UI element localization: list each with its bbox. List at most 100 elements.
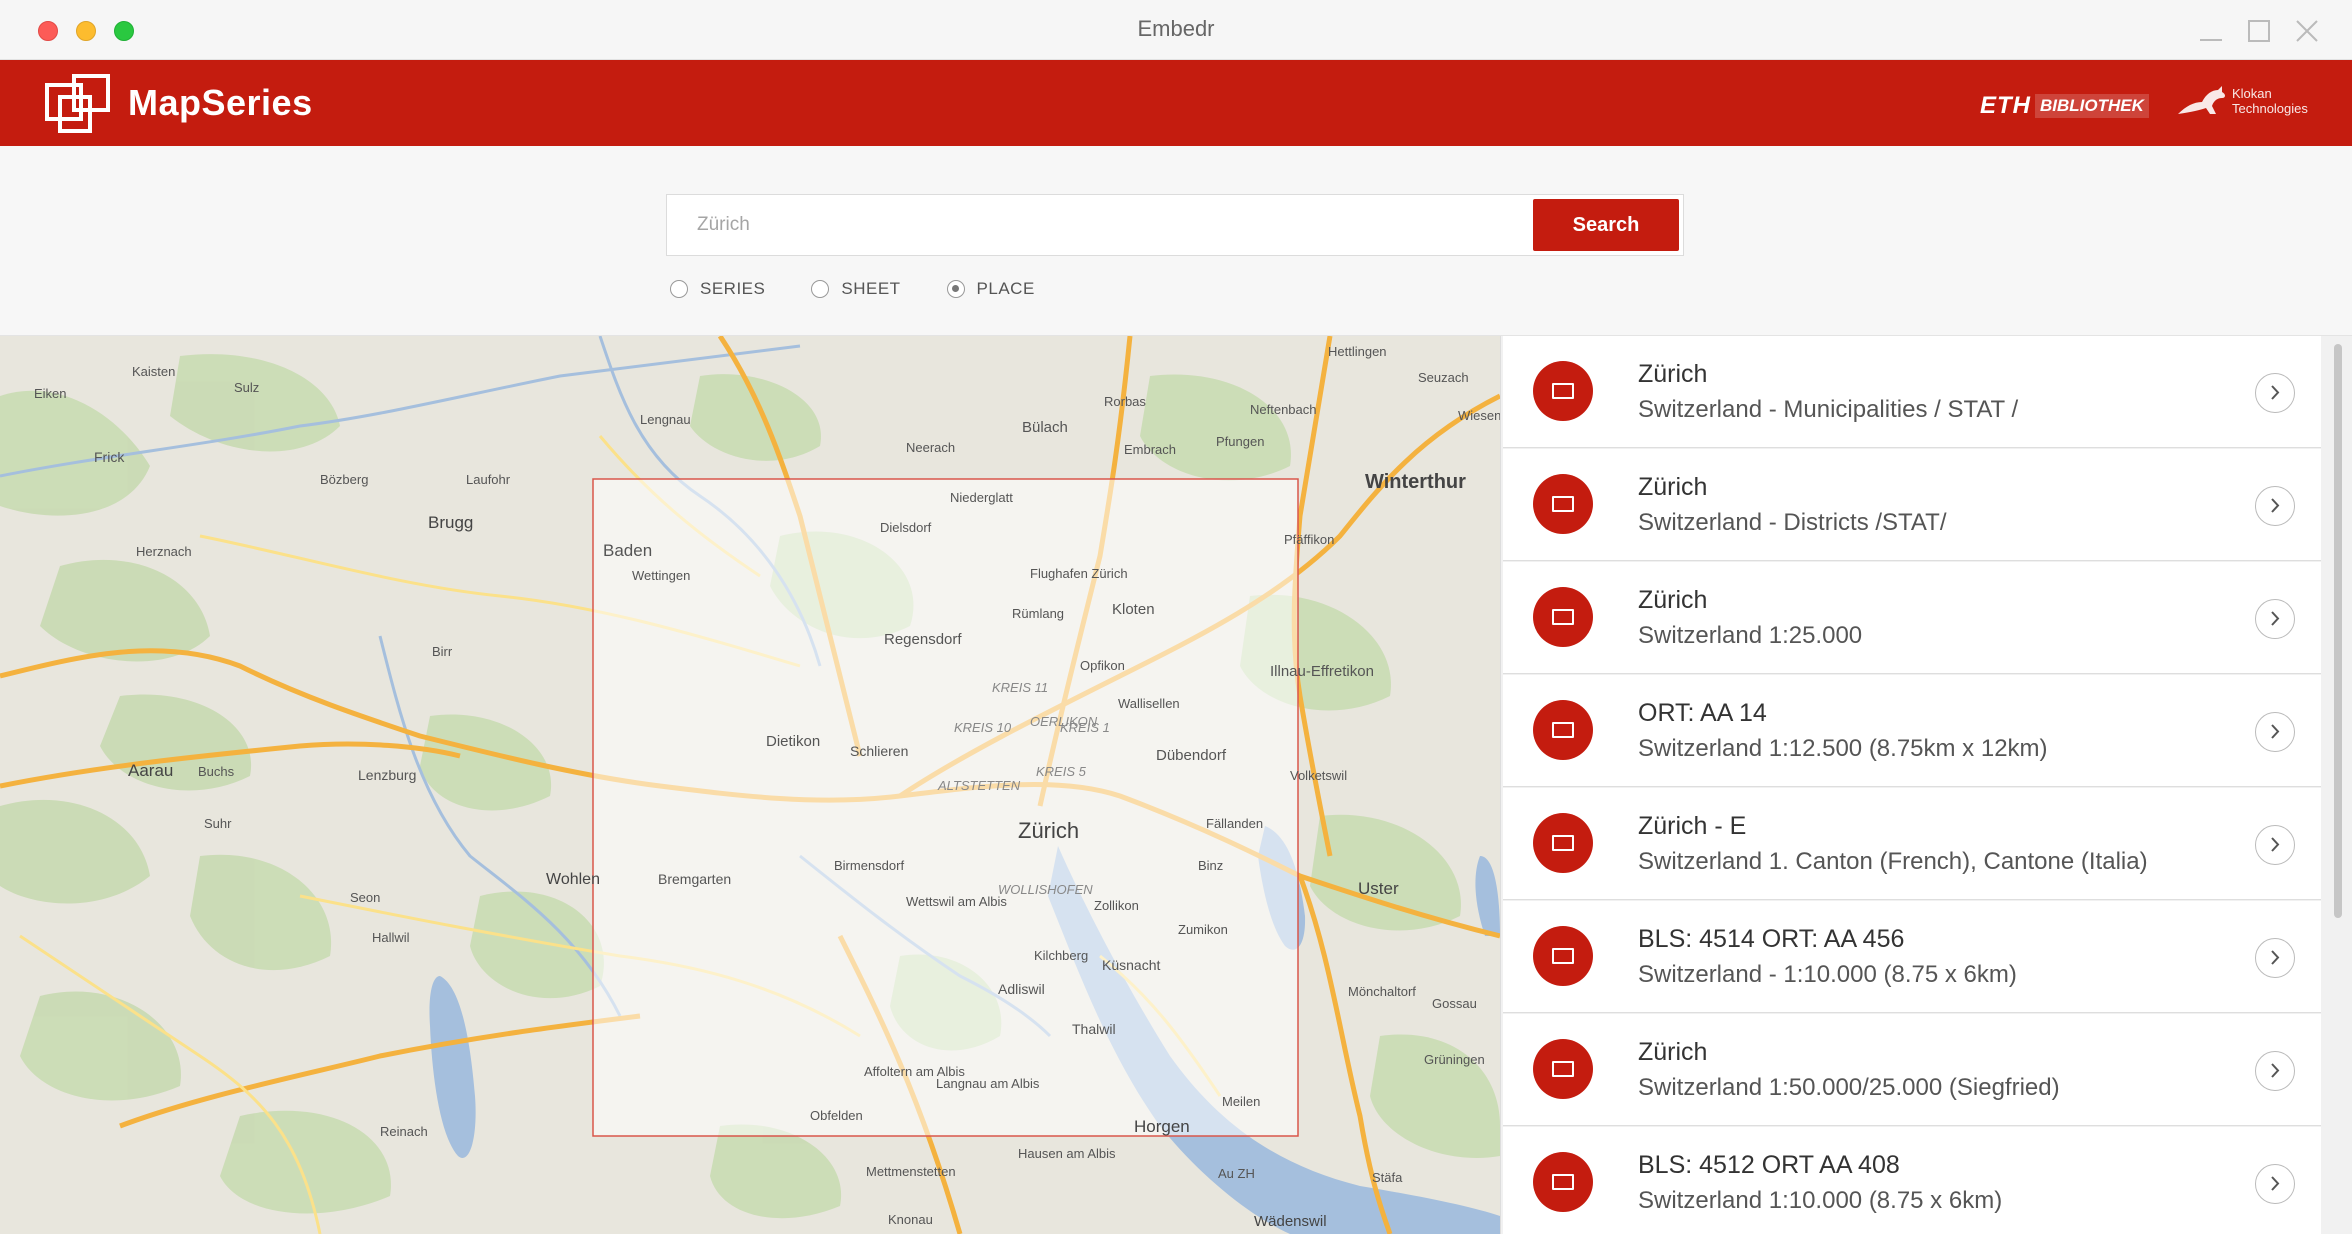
map-sheet-icon (1533, 587, 1593, 647)
map-label-opfikon: Opfikon (1080, 658, 1125, 673)
map-label-zumikon: Zumikon (1178, 922, 1228, 937)
result-title: BLS: 4512 ORT AA 408 (1638, 1151, 1900, 1179)
result-item[interactable]: BLS: 4512 ORT AA 408 Switzerland 1:10.00… (1503, 1127, 2321, 1234)
results-list[interactable]: Zürich Switzerland - Municipalities / ST… (1500, 336, 2352, 1234)
map-label-kilchberg: Kilchberg (1034, 948, 1088, 963)
map-canvas[interactable]: Zürich Winterthur Baden Brugg Aarau Uste… (0, 336, 1500, 1234)
map-label-regensdorf: Regensdorf (884, 631, 962, 648)
app-header: MapSeries ETH BIBLIOTHEK Klokan Technolo… (0, 60, 2352, 146)
map-label-uster: Uster (1358, 879, 1399, 898)
klokan-logo[interactable]: Klokan Technologies (2176, 84, 2342, 118)
map-label-hausen: Hausen am Albis (1018, 1146, 1116, 1161)
map-label-meilen: Meilen (1222, 1094, 1260, 1109)
map-label-langnau: Langnau am Albis (936, 1076, 1040, 1091)
window-titlebar: Embedr (0, 0, 2352, 60)
search-type-options: SERIES SHEET PLACE (670, 279, 1081, 299)
chevron-right-icon[interactable] (2255, 486, 2295, 526)
map-label-horgen: Horgen (1134, 1117, 1190, 1136)
map-label-niederglatt: Niederglatt (950, 490, 1013, 505)
map-sheet-icon (1533, 474, 1593, 534)
scrollbar-thumb[interactable] (2334, 344, 2342, 918)
radio-place-label: PLACE (976, 279, 1035, 298)
result-title: Zürich (1638, 1038, 1708, 1066)
map-label-birmensdorf: Birmensdorf (834, 858, 904, 873)
eth-bibliothek-logo[interactable]: ETH BIBLIOTHEK (1980, 92, 2149, 120)
chevron-right-icon[interactable] (2255, 1051, 2295, 1091)
result-subtitle: Switzerland - 1:10.000 (8.75 x 6km) (1638, 961, 2017, 988)
window-title: Embedr (1137, 16, 1215, 41)
map-label-neftenbach: Neftenbach (1250, 402, 1317, 417)
map-label-birr: Birr (432, 644, 453, 659)
map-label-gruningen: Grüningen (1424, 1052, 1485, 1067)
radio-place[interactable]: PLACE (946, 279, 1035, 299)
chevron-right-icon[interactable] (2255, 373, 2295, 413)
result-item[interactable]: ORT: AA 14 Switzerland 1:12.500 (8.75km … (1503, 675, 2321, 787)
radio-sheet[interactable]: SHEET (811, 279, 900, 299)
result-item[interactable]: BLS: 4514 ORT: AA 456 Switzerland - 1:10… (1503, 901, 2321, 1013)
map-label-kaisten: Kaisten (132, 364, 175, 379)
radio-series[interactable]: SERIES (670, 279, 765, 299)
map-label-sulz: Sulz (234, 380, 259, 395)
search-button[interactable]: Search (1533, 199, 1679, 251)
radio-sheet-circle[interactable] (811, 280, 830, 298)
map-label-embrach: Embrach (1124, 442, 1176, 457)
results-scrollbar[interactable] (2331, 344, 2345, 1224)
map-label-gossau: Gossau (1432, 996, 1477, 1011)
map-label-laufohr: Laufohr (466, 472, 511, 487)
chevron-right-icon[interactable] (2255, 712, 2295, 752)
result-title: Zürich (1638, 586, 1708, 614)
map-label-kreis11: KREIS 11 (992, 680, 1048, 695)
map-label-effretikon: Illnau-Effretikon (1270, 663, 1374, 680)
map-label-dietikon: Dietikon (766, 733, 820, 750)
close-icon[interactable] (2292, 16, 2322, 46)
result-title: ORT: AA 14 (1638, 699, 1767, 727)
sheet-extent-rectangle[interactable] (592, 478, 1299, 1137)
app-logo[interactable]: MapSeries (44, 73, 313, 133)
chevron-right-icon[interactable] (2255, 1164, 2295, 1204)
map-sheet-icon (1533, 361, 1593, 421)
map-label-frick: Frick (94, 449, 125, 465)
map-label-pfaffikon: Pfäffikon (1284, 532, 1334, 547)
chevron-right-icon[interactable] (2255, 825, 2295, 865)
map-label-wettswil: Wettswil am Albis (906, 894, 1007, 909)
map-label-baden: Baden (603, 541, 652, 560)
map-label-seon: Seon (350, 890, 380, 905)
map-label-schlieren: Schlieren (850, 743, 908, 759)
map-label-fallanden: Fällanden (1206, 816, 1263, 831)
map-label-dielsdorf: Dielsdorf (880, 520, 932, 535)
radio-place-circle[interactable] (946, 280, 965, 298)
map-label-mettmenstetten: Mettmenstetten (866, 1164, 956, 1179)
map-label-lenzburg: Lenzburg (358, 767, 416, 783)
result-title: Zürich (1638, 360, 1708, 388)
minimize-icon[interactable] (2196, 16, 2226, 46)
radio-series-circle[interactable] (670, 280, 688, 298)
map-sheet-icon (1533, 1152, 1593, 1212)
map-label-seuzach: Seuzach (1418, 370, 1469, 385)
result-title: Zürich - E (1638, 812, 1747, 840)
map-sheet-icon (1533, 700, 1593, 760)
result-subtitle: Switzerland 1. Canton (French), Cantone … (1638, 848, 2148, 875)
map-label-thalwil: Thalwil (1072, 1021, 1116, 1037)
map-view[interactable]: Zürich Winterthur Baden Brugg Aarau Uste… (0, 336, 1500, 1234)
map-label-aarau: Aarau (128, 761, 173, 780)
chevron-right-icon[interactable] (2255, 599, 2295, 639)
result-title: BLS: 4514 ORT: AA 456 (1638, 925, 1905, 953)
search-panel: Search SERIES SHEET PLACE (0, 146, 2352, 336)
result-item[interactable]: Zürich Switzerland 1:25.000 (1503, 562, 2321, 674)
map-label-bulach: Bülach (1022, 419, 1068, 436)
chevron-right-icon[interactable] (2255, 938, 2295, 978)
result-item[interactable]: Zürich Switzerland 1:50.000/25.000 (Sieg… (1503, 1014, 2321, 1126)
map-label-wettingen: Wettingen (632, 568, 690, 583)
map-label-au: Au ZH (1218, 1166, 1255, 1181)
result-item[interactable]: Zürich Switzerland - Municipalities / ST… (1503, 336, 2321, 448)
map-label-pfungen: Pfungen (1216, 434, 1264, 449)
result-subtitle: Switzerland 1:50.000/25.000 (Siegfried) (1638, 1074, 2060, 1101)
restore-icon[interactable] (2244, 16, 2274, 46)
map-label-wohlen: Wohlen (546, 871, 600, 888)
result-item[interactable]: Zürich - E Switzerland 1. Canton (French… (1503, 788, 2321, 900)
result-subtitle: Switzerland - Districts /STAT/ (1638, 509, 1947, 536)
result-item[interactable]: Zürich Switzerland - Districts /STAT/ (1503, 449, 2321, 561)
map-label-wallisellen: Wallisellen (1118, 696, 1180, 711)
search-input[interactable] (667, 195, 1527, 255)
map-label-kusnacht: Küsnacht (1102, 957, 1160, 973)
